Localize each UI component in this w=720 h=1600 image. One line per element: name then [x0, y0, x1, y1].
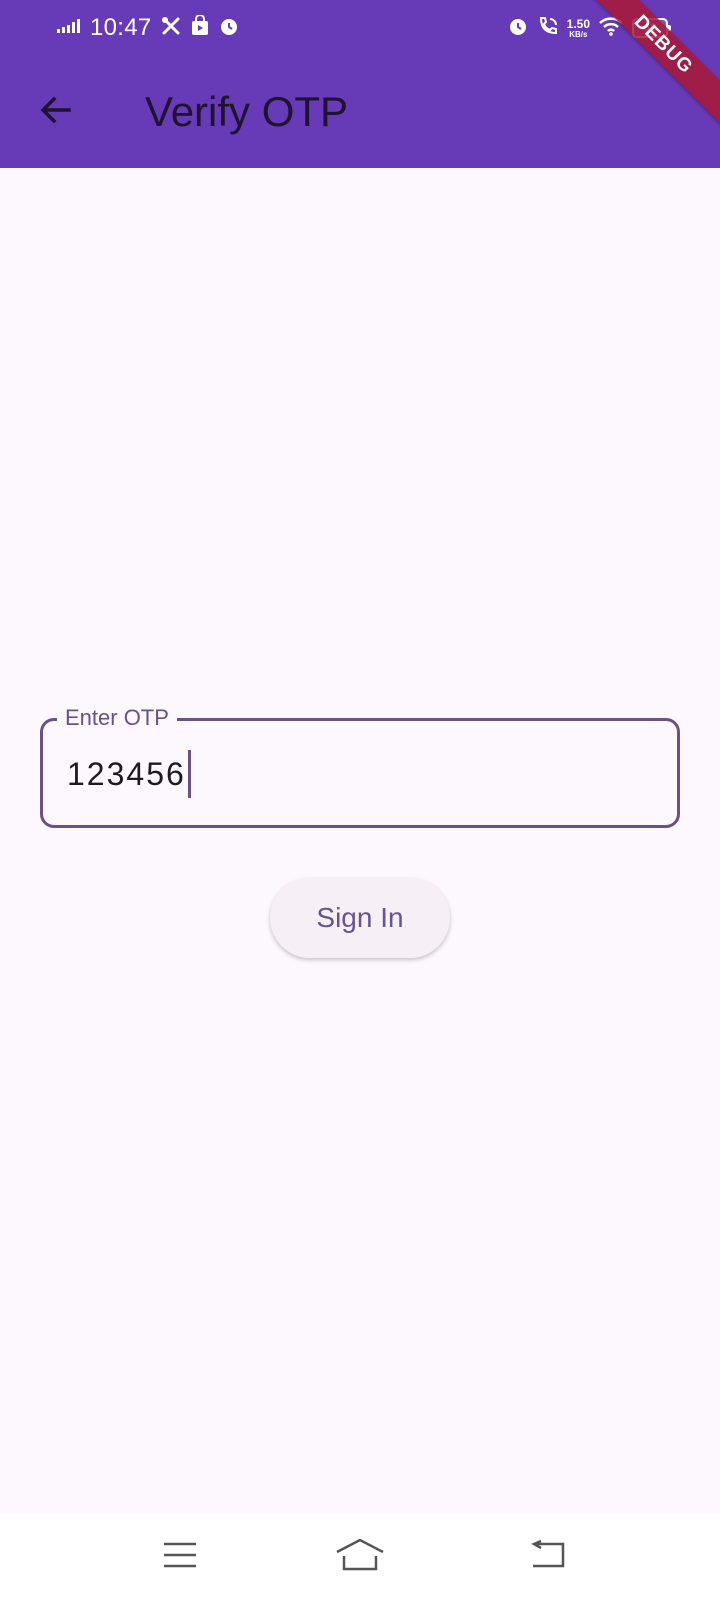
status-time: 10:47	[90, 14, 152, 41]
menu-icon	[162, 1540, 198, 1575]
otp-field-label: Enter OTP	[57, 705, 177, 731]
recents-button[interactable]	[152, 1532, 208, 1582]
sign-in-button[interactable]: Sign In	[270, 878, 450, 958]
screen: 10:47 1.50 KB/s Verify OTP DEBUG Enter O…	[0, 0, 720, 1600]
network-speed-value: 1.50	[566, 16, 590, 31]
home-icon	[335, 1538, 385, 1577]
otp-input-value: 123456	[67, 755, 186, 792]
otp-input[interactable]: 123456	[67, 749, 191, 799]
otp-field[interactable]: Enter OTP 123456	[40, 705, 680, 828]
system-back-button[interactable]	[520, 1532, 576, 1582]
system-nav-bar	[0, 1514, 720, 1600]
play-store-icon	[190, 13, 210, 42]
top-header: 10:47 1.50 KB/s Verify OTP DEBUG	[0, 0, 720, 168]
network-speed-unit: KB/s	[569, 29, 588, 39]
tools-icon	[160, 15, 182, 42]
wifi-call-icon	[537, 15, 559, 42]
home-button[interactable]	[332, 1532, 388, 1582]
alarm-icon	[218, 15, 240, 42]
network-speed: 1.50 KB/s	[567, 18, 590, 39]
status-left: 10:47	[56, 12, 240, 44]
page-title: Verify OTP	[145, 88, 349, 135]
arrow-back-icon	[38, 92, 74, 133]
alarm-icon	[507, 15, 529, 42]
back-button[interactable]	[28, 84, 84, 140]
back-icon	[529, 1539, 567, 1575]
text-cursor	[187, 750, 191, 798]
app-bar: Verify OTP	[0, 56, 720, 168]
signal-icon	[56, 18, 82, 39]
